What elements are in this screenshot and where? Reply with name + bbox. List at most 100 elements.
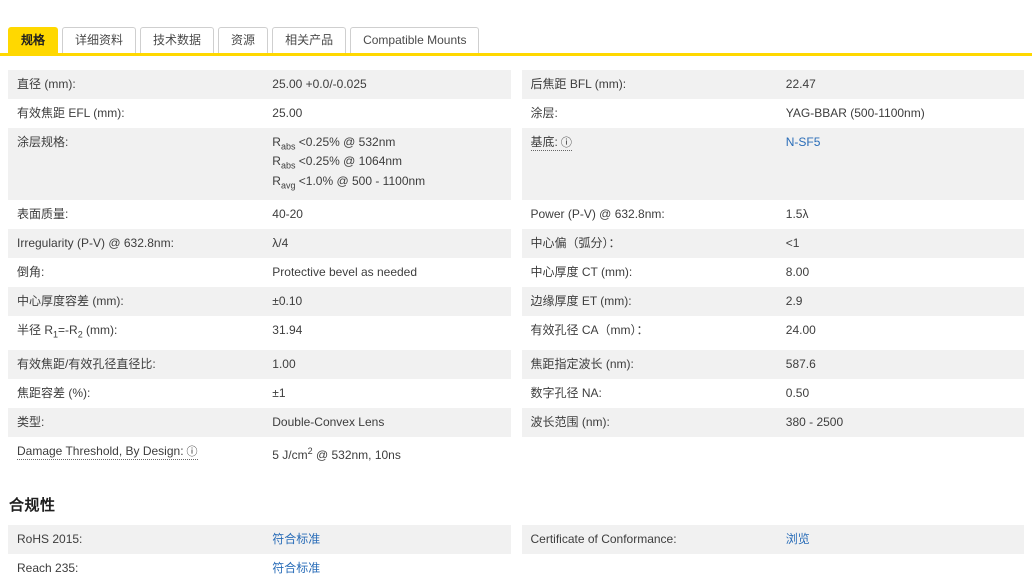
table-row: Irregularity (P-V) @ 632.8nm: λ/4 中心偏（弧分… — [8, 229, 1024, 259]
spec-label-text: Certificate of Conformance: — [530, 531, 677, 546]
table-row: Reach 235: 符合标准 — [8, 554, 1024, 583]
spec-label-text: 有效焦距/有效孔径直径比: — [17, 356, 156, 371]
spec-value: 380 - 2500 — [785, 414, 844, 429]
spec-label: 焦距指定波长 (nm): — [522, 350, 778, 379]
spec-label: 中心厚度容差 (mm): — [8, 287, 264, 316]
tab-label: Compatible Mounts — [363, 33, 467, 47]
spec-value[interactable]: N-SF5 — [778, 128, 1024, 157]
spec-value[interactable]: 符合标准 — [264, 525, 510, 554]
spec-label-text: 有效孔径 CA（mm）： — [530, 323, 649, 338]
spec-label-text: 焦距指定波长 (nm): — [530, 356, 634, 371]
spec-cell-left: 类型: Double-Convex Lens — [8, 407, 511, 437]
spec-label: RoHS 2015: — [8, 525, 264, 554]
spec-label-text: 基底: ⓘ — [530, 135, 572, 151]
spec-value: ±1 — [272, 385, 286, 400]
spec-cell-right: 中心厚度 CT (mm): 8.00 — [522, 258, 1025, 287]
spec-label: 表面质量: — [8, 200, 264, 229]
spec-label-text: Power (P-V) @ 632.8nm: — [530, 207, 665, 222]
spec-cell-right: 波长范围 (nm): 380 - 2500 — [521, 407, 1024, 437]
tab-related-products[interactable]: 相关产品 — [272, 27, 347, 53]
spec-value: 587.6 — [785, 356, 816, 371]
spec-cell-left: Reach 235: 符合标准 — [8, 554, 511, 583]
spec-label: 波长范围 (nm): — [522, 408, 778, 437]
spec-cell-left: Damage Threshold, By Design: ⓘ 5 J/cm2 @ … — [8, 437, 511, 470]
spec-label: 涂层: — [522, 99, 778, 128]
spec-cell-left: 表面质量: 40-20 — [8, 200, 511, 229]
tab-bar: 规格 详细资料 技术数据 资源 相关产品 Compatible Mounts — [0, 27, 1032, 53]
spec-cell-right: 中心偏（弧分）： <1 — [521, 229, 1024, 259]
spec-label-text: RoHS 2015: — [17, 531, 83, 546]
spec-cell-left: 直径 (mm): 25.00 +0.0/-0.025 — [8, 70, 511, 99]
table-row: RoHS 2015: 符合标准 Certificate of Conforman… — [8, 524, 1024, 554]
spec-value: 25.00 — [272, 106, 303, 120]
spec-cell-left: 有效焦距 EFL (mm): 25.00 — [8, 99, 511, 128]
spec-cell-right: 数字孔径 NA: 0.50 — [522, 379, 1025, 408]
table-row: 焦距容差 (%): ±1 数字孔径 NA: 0.50 — [8, 379, 1024, 408]
spec-label: 数字孔径 NA: — [522, 379, 778, 408]
spec-value: 0.50 — [785, 385, 810, 400]
spec-label: 中心厚度 CT (mm): — [522, 258, 778, 287]
info-icon[interactable]: ⓘ — [187, 446, 198, 458]
spec-label: 有效焦距 EFL (mm): — [8, 99, 264, 128]
spec-label-text: 中心厚度 CT (mm): — [530, 265, 633, 280]
spec-cell-right: 边缘厚度 ET (mm): 2.9 — [521, 287, 1024, 317]
spec-cell-right: 后焦距 BFL (mm): 22.47 — [521, 70, 1024, 99]
spec-value: YAG-BBAR (500-1100nm) — [785, 106, 925, 120]
spec-value: Rabs <0.25% @ 532nm Rabs <0.25% @ 1064nm R… — [272, 135, 426, 191]
tab-details[interactable]: 详细资料 — [62, 27, 137, 53]
spec-label-text: 有效焦距 EFL (mm): — [17, 106, 125, 120]
spec-label: 有效孔径 CA（mm）： — [522, 316, 778, 345]
spec-label-text: 中心厚度容差 (mm): — [17, 294, 124, 309]
table-row: 半径 R1=-R2 (mm): 31.94 有效孔径 CA（mm）： 24.00 — [8, 316, 1024, 349]
table-row: 表面质量: 40-20 Power (P-V) @ 632.8nm: 1.5λ — [8, 200, 1024, 229]
spec-cell-left: 倒角: Protective bevel as needed — [8, 258, 511, 287]
info-icon[interactable]: ⓘ — [561, 137, 572, 149]
spec-value: 1.00 — [272, 356, 296, 371]
spec-label: Power (P-V) @ 632.8nm: — [522, 200, 778, 229]
spec-value[interactable]: 符合标准 — [264, 554, 510, 583]
spec-value: Protective bevel as needed — [272, 265, 418, 280]
spec-cell-left: 有效焦距/有效孔径直径比: 1.00 — [8, 349, 511, 379]
spec-cell-left: 焦距容差 (%): ±1 — [8, 379, 511, 408]
spec-value: Double-Convex Lens — [272, 414, 385, 429]
spec-cell-left: 中心厚度容差 (mm): ±0.10 — [8, 287, 511, 317]
tab-label: 详细资料 — [75, 33, 124, 47]
spec-label: 类型: — [8, 408, 264, 437]
spec-cell-right: 基底: ⓘ N-SF5 — [521, 128, 1024, 201]
spec-value: 1.5λ — [785, 207, 809, 222]
spec-label-text: 数字孔径 NA: — [530, 385, 602, 400]
table-row: 类型: Double-Convex Lens 波长范围 (nm): 380 - … — [8, 407, 1024, 437]
tab-compatible-mounts[interactable]: Compatible Mounts — [350, 27, 480, 53]
compliance-table: RoHS 2015: 符合标准 Certificate of Conforman… — [8, 524, 1024, 583]
spec-label-text: 表面质量: — [17, 207, 69, 222]
tab-resources[interactable]: 资源 — [218, 27, 269, 53]
spec-cell-right: Power (P-V) @ 632.8nm: 1.5λ — [522, 200, 1025, 229]
spec-label-text: 中心偏（弧分）： — [530, 236, 621, 251]
spec-label: 边缘厚度 ET (mm): — [522, 287, 778, 316]
tab-tech-data[interactable]: 技术数据 — [140, 27, 215, 53]
table-row: 有效焦距/有效孔径直径比: 1.00 焦距指定波长 (nm): 587.6 — [8, 349, 1024, 379]
spec-label: Reach 235: — [8, 554, 264, 583]
tab-specs[interactable]: 规格 — [8, 27, 59, 53]
spec-cell-right: Certificate of Conformance: 浏览 — [521, 524, 1024, 554]
spec-label-text: Irregularity (P-V) @ 632.8nm: — [17, 236, 174, 251]
spec-cell-right — [522, 554, 1025, 583]
spec-label: 后焦距 BFL (mm): — [522, 70, 778, 99]
spec-value: 5 J/cm2 @ 532nm, 10ns — [272, 445, 401, 462]
spec-label-text: 倒角: — [17, 265, 45, 280]
spec-value: 22.47 — [785, 77, 816, 91]
spec-value: ±0.10 — [272, 294, 303, 309]
tab-label: 资源 — [231, 33, 256, 47]
tab-label: 技术数据 — [153, 33, 202, 47]
compliance-title: 合规性 — [9, 496, 56, 514]
spec-cell-left: 涂层规格: Rabs <0.25% @ 532nm Rabs <0.25% @ 1… — [8, 128, 511, 201]
spec-label: 基底: ⓘ — [522, 128, 778, 158]
spec-label: 直径 (mm): — [8, 70, 264, 99]
spec-value[interactable]: 浏览 — [778, 525, 1024, 554]
spec-cell-right: 有效孔径 CA（mm）： 24.00 — [522, 316, 1025, 349]
spec-label-text: 涂层规格: — [17, 135, 69, 149]
spec-label-text: 后焦距 BFL (mm): — [530, 77, 627, 91]
spec-value: 25.00 +0.0/-0.025 — [272, 77, 367, 91]
table-row: Damage Threshold, By Design: ⓘ 5 J/cm2 @ … — [8, 437, 1024, 470]
spec-label-text: 波长范围 (nm): — [530, 414, 610, 429]
